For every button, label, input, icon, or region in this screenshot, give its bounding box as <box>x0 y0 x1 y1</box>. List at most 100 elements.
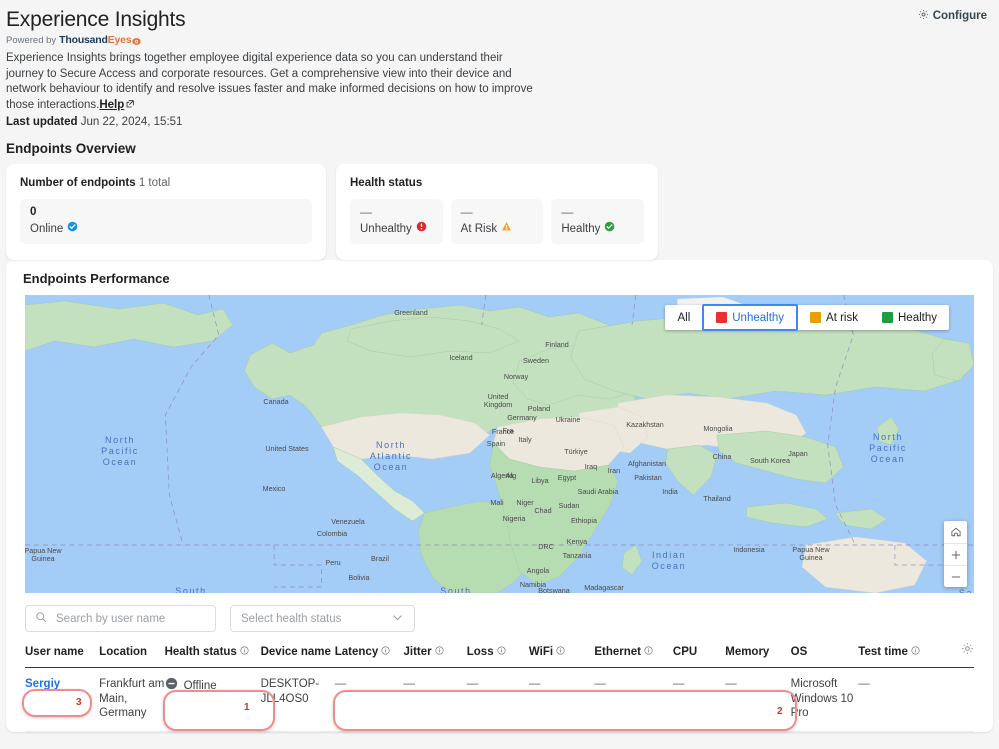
legend-filter-all[interactable]: All <box>665 305 702 330</box>
check-circle-icon <box>604 221 615 237</box>
info-icon[interactable] <box>435 646 444 658</box>
last-updated-label: Last updated <box>6 116 78 128</box>
info-icon[interactable] <box>381 646 390 658</box>
endpoints-total: 1 total <box>138 177 171 189</box>
health-status-at-risk: — At Risk <box>450 199 544 244</box>
cell-jitter: — <box>403 667 467 732</box>
col-memory[interactable]: Memory <box>725 642 791 668</box>
table-filters: Select health status <box>6 593 993 642</box>
col-label-os: OS <box>790 646 808 658</box>
info-icon[interactable] <box>911 646 920 658</box>
col-jitter[interactable]: Jitter <box>403 642 467 668</box>
thousandeyes-eye-icon <box>132 37 142 46</box>
gear-icon[interactable] <box>961 643 974 658</box>
health-status-card: Health status — Unhealthy — At Risk — He… <box>336 164 658 260</box>
online-stat: 0 Online <box>20 199 312 244</box>
col-latency[interactable]: Latency <box>334 642 404 668</box>
error-icon <box>416 221 427 237</box>
map-controls[interactable] <box>944 521 967 587</box>
gear-icon <box>918 9 929 23</box>
external-link-icon <box>126 98 134 107</box>
table-settings-button[interactable] <box>943 642 974 668</box>
col-label-test-time: Test time <box>858 646 908 658</box>
table-body: Sergiy Frankfurt am Main, Germany Offlin… <box>25 667 974 732</box>
map-legend[interactable]: All Unhealthy At risk Healthy <box>665 304 949 331</box>
search-by-user-name[interactable] <box>25 605 216 632</box>
description-text: Experience Insights brings together empl… <box>6 52 533 111</box>
unhealthy-value: — <box>360 205 372 219</box>
health-status-text: Offline <box>183 679 217 692</box>
col-loss[interactable]: Loss <box>466 642 529 668</box>
endpoints-table: User name Location Health status Device … <box>25 642 974 732</box>
col-health-status[interactable]: Health status <box>164 642 261 668</box>
col-device-name[interactable]: Device name <box>260 642 335 668</box>
legend-filter-healthy[interactable]: Healthy <box>870 305 949 330</box>
col-wifi[interactable]: WiFi <box>528 642 595 668</box>
unhealthy-swatch <box>716 312 728 323</box>
col-label-latency: Latency <box>334 646 379 658</box>
search-input[interactable] <box>54 611 206 626</box>
col-label-device-name: Device name <box>260 646 331 658</box>
at-risk-label-row: At Risk <box>461 221 534 237</box>
info-icon[interactable] <box>644 646 653 658</box>
health-status-boxes: — Unhealthy — At Risk — Healthy <box>350 199 645 244</box>
powered-by-block: Powered by Thousand Eyes <box>6 34 987 46</box>
col-label-cpu: CPU <box>672 646 698 658</box>
healthy-value: — <box>561 205 574 219</box>
last-updated-value: Jun 22, 2024, 15:51 <box>80 116 183 128</box>
unhealthy-label: Unhealthy <box>360 222 412 235</box>
online-value: 0 <box>30 206 37 218</box>
legend-label-unhealthy: Unhealthy <box>732 311 785 324</box>
map-graphic <box>25 295 974 593</box>
legend-filter-at-risk[interactable]: At risk <box>798 305 870 330</box>
experience-insights-page: Experience Insights Powered by Thousand E… <box>0 0 999 749</box>
col-os[interactable]: OS <box>790 642 859 668</box>
cell-device-name: DESKTOP-JLL4OS0 <box>260 667 335 732</box>
col-cpu[interactable]: CPU <box>672 642 726 668</box>
endpoints-overview-title: Endpoints Overview <box>6 141 136 156</box>
col-test-time[interactable]: Test time <box>858 642 944 668</box>
cell-health-status: Offline <box>164 667 261 732</box>
health-status-select[interactable]: Select health status <box>230 605 415 632</box>
home-icon[interactable] <box>944 521 967 543</box>
table-header-row: User name Location Health status Device … <box>25 642 974 668</box>
configure-label: Configure <box>932 10 987 22</box>
table-header: User name Location Health status Device … <box>25 642 974 668</box>
cell-location: Frankfurt am Main, Germany <box>99 667 165 732</box>
chevron-down-icon <box>391 611 404 627</box>
table-row[interactable]: Sergiy Frankfurt am Main, Germany Offlin… <box>25 667 974 732</box>
legend-label-at-risk: At risk <box>826 311 858 324</box>
endpoints-card-title: Number of endpoints <box>20 177 136 189</box>
legend-filter-unhealthy[interactable]: Unhealthy <box>702 304 799 331</box>
last-updated: Last updated Jun 22, 2024, 15:51 <box>6 116 987 128</box>
cell-memory: — <box>725 667 791 732</box>
healthy-label-row: Healthy <box>561 221 634 237</box>
health-status-healthy: — Healthy <box>551 199 645 244</box>
configure-button[interactable]: Configure <box>918 9 987 23</box>
page-title: Experience Insights <box>6 8 186 31</box>
col-user-name[interactable]: User name <box>25 642 100 668</box>
col-label-user-name: User name <box>25 646 84 658</box>
cell-loss: — <box>466 667 529 732</box>
col-location[interactable]: Location <box>99 642 165 668</box>
zoom-in-icon[interactable] <box>944 543 967 565</box>
world-map[interactable]: North Pacific Ocean North Atlantic Ocean North… <box>25 295 974 593</box>
info-icon[interactable] <box>240 646 249 658</box>
col-label-wifi: WiFi <box>528 646 554 658</box>
search-icon <box>35 610 47 628</box>
online-label-row: Online <box>30 221 302 237</box>
offline-icon <box>165 677 178 695</box>
cell-wifi: — <box>528 667 595 732</box>
cell-test-time: — <box>858 667 944 732</box>
info-icon[interactable] <box>497 646 506 658</box>
number-of-endpoints-card: Number of endpoints 1 total 0 Online <box>6 164 326 260</box>
col-ethernet[interactable]: Ethernet <box>594 642 673 668</box>
cell-latency: — <box>334 667 404 732</box>
info-icon[interactable] <box>556 646 565 658</box>
col-label-health-status: Health status <box>164 646 237 658</box>
cell-ethernet: — <box>594 667 673 732</box>
help-link[interactable]: Help <box>99 99 124 111</box>
zoom-out-icon[interactable] <box>944 565 967 587</box>
cell-user-name[interactable]: Sergiy <box>25 667 100 732</box>
col-label-loss: Loss <box>466 646 494 658</box>
